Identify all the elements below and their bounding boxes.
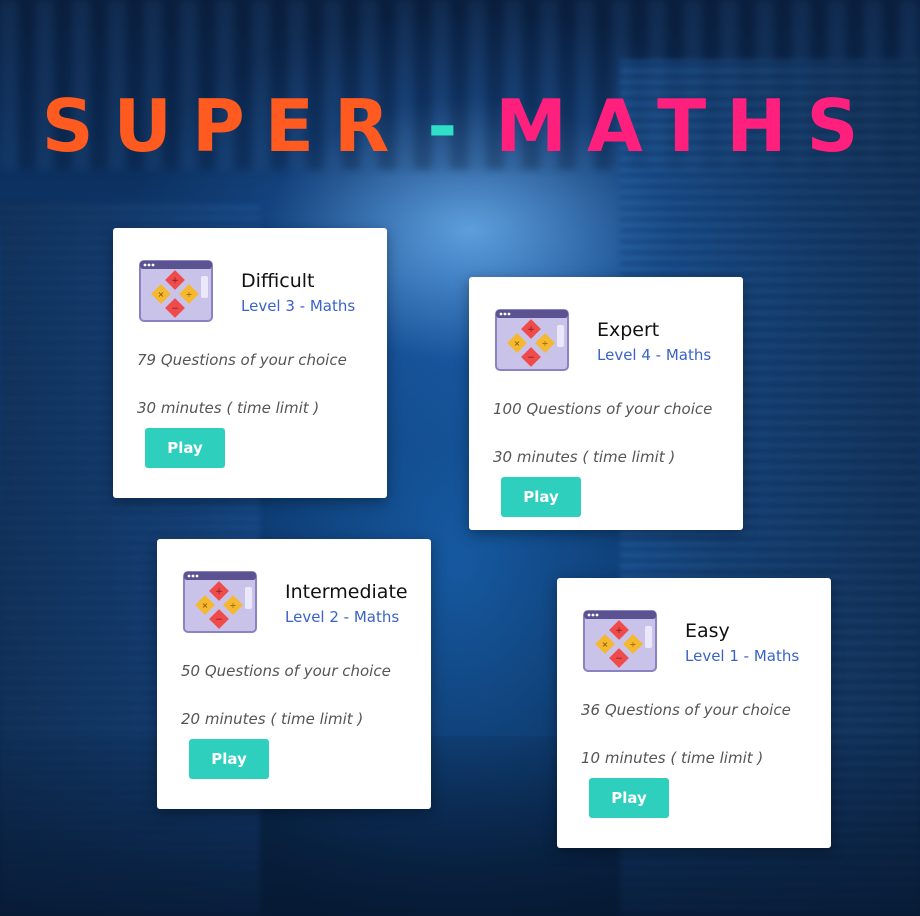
card-level: Level 1 - Maths	[685, 647, 800, 665]
card-name: Easy	[685, 620, 730, 642]
card-name: Intermediate	[285, 581, 408, 603]
card-time-limit: 10 minutes ( time limit )	[581, 749, 764, 767]
calculator-window-icon: + − × ÷	[139, 260, 213, 322]
level-card-difficult: + − × ÷ Difficult Level 3 - Maths 79 Que…	[113, 228, 387, 498]
title-part-maths: MATHS	[495, 84, 879, 168]
card-questions: 36 Questions of your choice	[581, 701, 791, 719]
card-time-limit: 30 minutes ( time limit )	[137, 399, 320, 417]
svg-text:×: ×	[158, 290, 165, 299]
svg-text:−: −	[615, 654, 623, 664]
svg-text:÷: ÷	[230, 601, 237, 610]
title-separator: -	[427, 84, 478, 168]
card-time-limit: 20 minutes ( time limit )	[181, 710, 364, 728]
calculator-window-icon: + − × ÷	[583, 610, 657, 672]
card-time-limit: 30 minutes ( time limit )	[493, 448, 676, 466]
calculator-window-icon: + − × ÷	[183, 571, 257, 633]
level-card-expert: + − × ÷ Expert Level 4 - Maths 100 Quest…	[469, 277, 743, 530]
play-button-expert[interactable]: Play	[501, 477, 581, 517]
card-level: Level 3 - Maths	[241, 297, 356, 315]
svg-text:+: +	[215, 587, 223, 597]
card-name: Difficult	[241, 270, 315, 292]
svg-text:−: −	[171, 304, 179, 314]
card-name: Expert	[597, 319, 660, 341]
svg-text:÷: ÷	[542, 339, 549, 348]
svg-text:×: ×	[202, 601, 209, 610]
svg-text:÷: ÷	[630, 640, 637, 649]
play-button-easy[interactable]: Play	[589, 778, 669, 818]
page-title: SUPER - MATHS	[0, 86, 920, 166]
svg-text:−: −	[527, 353, 535, 363]
card-level: Level 4 - Maths	[597, 346, 712, 364]
title-part-super: SUPER	[41, 84, 410, 168]
svg-text:+: +	[615, 626, 623, 636]
level-card-intermediate: + − × ÷ Intermediate Level 2 - Maths 50 …	[157, 539, 431, 809]
card-level: Level 2 - Maths	[285, 608, 400, 626]
play-button-intermediate[interactable]: Play	[189, 739, 269, 779]
svg-text:+: +	[527, 325, 535, 335]
card-questions: 50 Questions of your choice	[181, 662, 391, 680]
level-card-easy: + − × ÷ Easy Level 1 - Maths 36 Question…	[557, 578, 831, 848]
svg-text:+: +	[171, 276, 179, 286]
card-questions: 79 Questions of your choice	[137, 351, 347, 369]
svg-text:−: −	[215, 615, 223, 625]
calculator-window-icon: + − × ÷	[495, 309, 569, 371]
svg-text:÷: ÷	[186, 290, 193, 299]
card-questions: 100 Questions of your choice	[493, 400, 713, 418]
play-button-difficult[interactable]: Play	[145, 428, 225, 468]
svg-text:×: ×	[514, 339, 521, 348]
svg-text:×: ×	[602, 640, 609, 649]
